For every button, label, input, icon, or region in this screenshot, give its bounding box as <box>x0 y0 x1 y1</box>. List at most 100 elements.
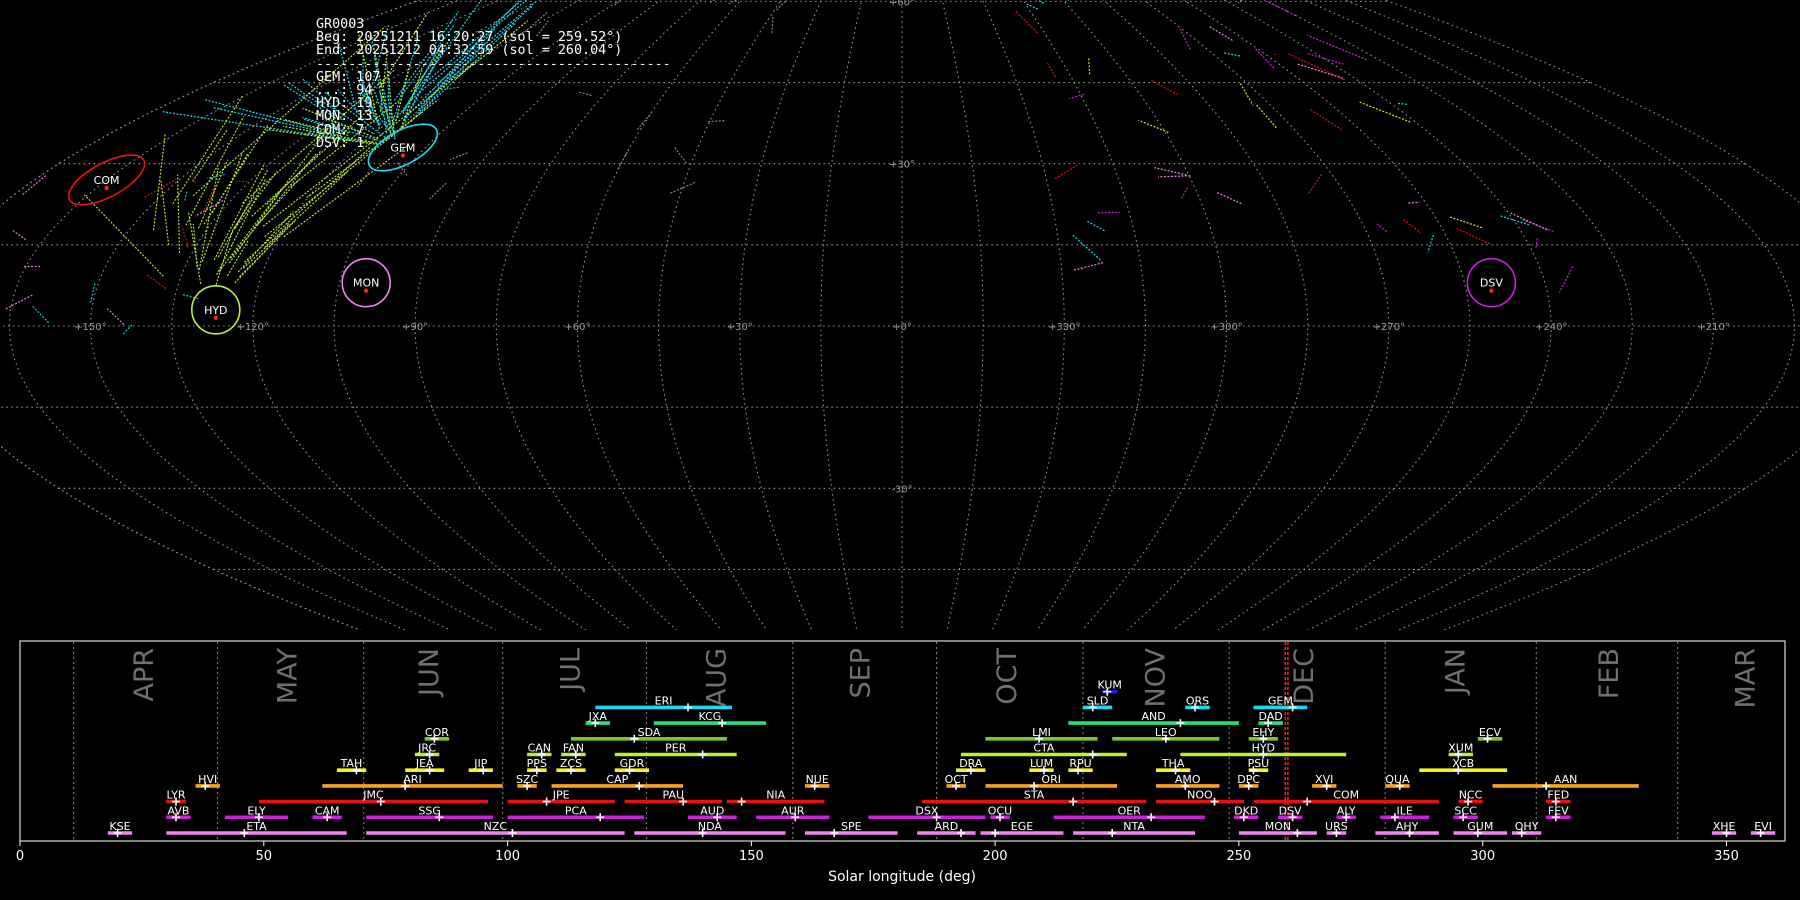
meteor-track <box>184 190 188 201</box>
shower-label-ssg: SSG <box>418 804 441 817</box>
shower-peak-jpe <box>542 797 551 806</box>
lon-tick-label: +0° <box>892 322 912 333</box>
shower-label-ard: ARD <box>935 820 959 833</box>
shower-label-fed: FED <box>1547 789 1569 802</box>
meteor-track <box>152 133 166 231</box>
meteor-track <box>198 167 219 270</box>
shower-label-aly: ALY <box>1337 804 1356 817</box>
month-label-jul: JUL <box>556 648 587 693</box>
shower-peak-per <box>698 750 707 759</box>
lon-tick-label: +240° <box>1535 322 1567 333</box>
sky-grid <box>0 0 1800 630</box>
shower-peak-pca <box>596 813 605 822</box>
x-tick-label: 0 <box>16 849 24 864</box>
meteor-track <box>1215 191 1242 205</box>
shower-label-gdr: GDR <box>620 757 645 770</box>
meteor-track <box>283 144 409 238</box>
shower-label-nta: NTA <box>1123 820 1145 833</box>
stats-box: GR0003 Beg: 20251211 16:20:27 (sol = 259… <box>316 18 671 150</box>
shower-label-aan: AAN <box>1554 773 1578 786</box>
meteor-track <box>1558 266 1574 293</box>
meridian-line <box>941 0 984 630</box>
meteor-track <box>22 174 48 196</box>
shower-label-ohy: OHY <box>1515 820 1539 833</box>
shower-label-lyr: LYR <box>166 789 185 802</box>
shower-label-nda: NDA <box>698 820 723 833</box>
lon-tick-label: +270° <box>1373 322 1405 333</box>
x-tick-label: 50 <box>256 849 273 864</box>
meteor-track <box>429 182 447 200</box>
meteor-track <box>449 152 468 160</box>
meteor-track <box>1310 109 1343 131</box>
shower-label-gem: GEM <box>1268 694 1293 707</box>
meteor-track <box>1026 3 1039 10</box>
meridian-line <box>820 0 863 630</box>
shower-peak-spe <box>830 829 839 837</box>
shower-label-ely: ELY <box>247 804 266 817</box>
shower-peak-and <box>1176 719 1185 728</box>
meridian-line <box>1102 0 1309 630</box>
meteor-track <box>1073 262 1104 271</box>
meteor-track <box>1376 223 1387 232</box>
count-dsv: DSV: 1 <box>316 135 365 151</box>
meteor-track <box>1097 211 1120 214</box>
shower-label-aur: AUR <box>781 804 805 817</box>
shower-peak-oer <box>1147 813 1156 822</box>
meteor-track <box>1427 234 1434 253</box>
month-label-oct: OCT <box>992 648 1023 705</box>
shower-label-nue: NUE <box>806 773 829 786</box>
meteor-track <box>1274 53 1277 56</box>
meteor-track <box>1268 1 1298 17</box>
meteor-track <box>1054 162 1081 180</box>
meteor-track <box>1154 167 1187 176</box>
shower-label-kum: KUM <box>1097 679 1121 692</box>
lon-tick-label: +120° <box>236 322 268 333</box>
meteor-tracks <box>5 0 1574 336</box>
shower-label-cam: CAM <box>315 804 340 817</box>
shower-label-kse: KSE <box>109 820 130 833</box>
shower-label-avb: AVB <box>168 804 190 817</box>
meteor-track <box>1500 215 1530 226</box>
shower-label-scc: SCC <box>1454 804 1477 817</box>
lon-tick-label: +300° <box>1210 322 1242 333</box>
shower-label-jxa: JXA <box>588 710 608 723</box>
x-tick-label: 100 <box>495 849 520 864</box>
meteor-track <box>206 173 225 180</box>
meteor-track <box>1359 101 1412 123</box>
x-tick-label: 350 <box>1714 849 1739 864</box>
meteor-track <box>1088 57 1091 75</box>
month-label-aug: AUG <box>702 648 733 707</box>
shower-label-dad: DAD <box>1258 710 1282 723</box>
shower-label-lmi: LMI <box>1032 726 1051 739</box>
shower-label-dsx: DSX <box>915 804 938 817</box>
meteor-track <box>1138 119 1169 133</box>
shower-label-per: PER <box>665 742 687 755</box>
shower-label-tha: THA <box>1161 757 1185 770</box>
shower-label-xvi: XVI <box>1315 773 1333 786</box>
month-label-dec: DEC <box>1289 648 1320 705</box>
month-label-sep: SEP <box>846 648 877 698</box>
shower-label-ege: EGE <box>1011 820 1033 833</box>
shower-label-aud: AUD <box>700 804 724 817</box>
month-label-may: MAY <box>273 648 304 705</box>
meteor-track <box>12 229 28 241</box>
sky-tick-labels: +180°+150°+120°+90°+60°+30°+0°+330°+300°… <box>74 0 1730 495</box>
meteor-track <box>217 169 269 258</box>
shower-label-xcb: XCB <box>1452 757 1474 770</box>
shower-label-dra: DRA <box>959 757 983 770</box>
meteor-track <box>614 0 622 6</box>
meteor-track <box>187 210 202 284</box>
shower-label-cta: CTA <box>1033 742 1055 755</box>
meteor-track <box>234 231 285 284</box>
month-label-nov: NOV <box>1141 647 1172 707</box>
radiant-label-hyd: HYD <box>204 304 227 317</box>
shower-peak-com <box>1303 797 1312 806</box>
meteor-track <box>216 178 267 276</box>
shower-label-ncc: NCC <box>1459 789 1483 802</box>
meridian-line <box>1263 0 1633 630</box>
shower-label-ori: ORI <box>1041 773 1061 786</box>
shower-label-ari: ARI <box>403 773 421 786</box>
shower-peak-mon <box>1293 829 1302 837</box>
shower-label-dpc: DPC <box>1237 773 1260 786</box>
meteor-track <box>1158 175 1191 178</box>
